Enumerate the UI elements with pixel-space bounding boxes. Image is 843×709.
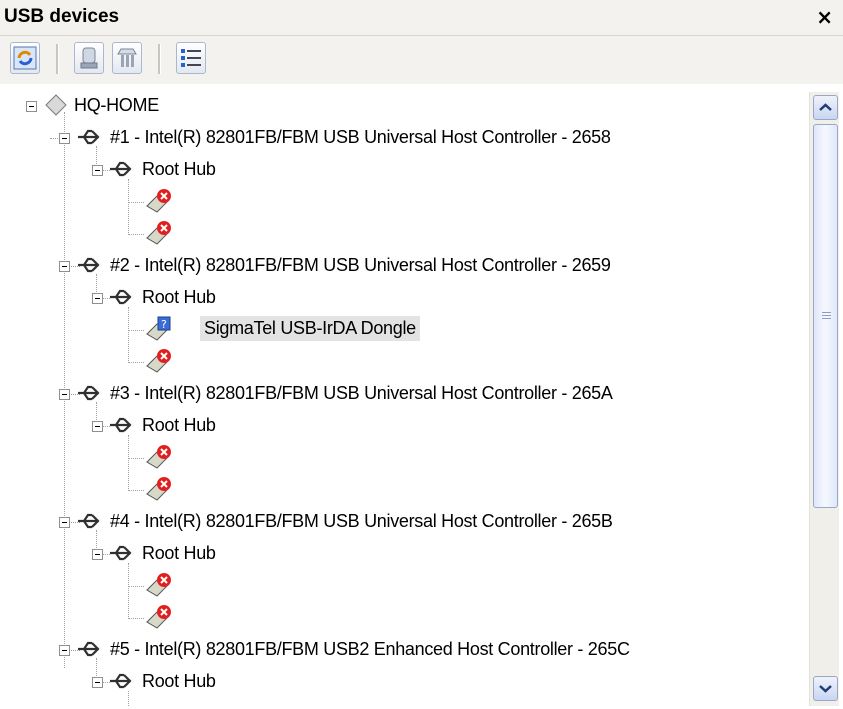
hub-button[interactable] xyxy=(112,42,142,74)
empty-port-error-icon[interactable] xyxy=(144,444,172,472)
tree-line xyxy=(96,658,97,678)
root-hub-label[interactable]: Root Hub xyxy=(142,415,216,436)
toolbar-separator xyxy=(158,44,161,74)
chevron-down-icon xyxy=(819,685,832,693)
scroll-grip xyxy=(822,315,831,316)
tree-line xyxy=(96,274,97,294)
refresh-icon xyxy=(13,46,37,70)
collapse-toggle[interactable] xyxy=(26,101,37,112)
controller-label[interactable]: #3 - Intel(R) 82801FB/FBM USB Universal … xyxy=(110,383,613,404)
root-hub-label[interactable]: Root Hub xyxy=(142,543,216,564)
tree-line xyxy=(96,402,97,422)
chevron-up-icon xyxy=(819,103,832,111)
device-button[interactable] xyxy=(74,42,104,74)
scroll-down-button[interactable] xyxy=(813,676,838,701)
hub-icon xyxy=(117,48,137,67)
list-view-button[interactable] xyxy=(176,42,206,74)
tree-line xyxy=(96,530,97,550)
empty-port-error-icon[interactable] xyxy=(144,220,172,248)
collapse-toggle[interactable] xyxy=(59,261,70,272)
tree-line xyxy=(128,458,144,459)
collapse-toggle[interactable] xyxy=(59,517,70,528)
tree-line xyxy=(128,179,129,235)
tree-line xyxy=(96,146,97,166)
usb-controller-icon xyxy=(78,641,100,657)
close-button[interactable]: × xyxy=(816,5,833,29)
scroll-grip xyxy=(822,318,831,319)
panel-title: USB devices xyxy=(4,6,120,27)
controller-label[interactable]: #1 - Intel(R) 82801FB/FBM USB Universal … xyxy=(110,127,611,148)
root-hub-label[interactable]: Root Hub xyxy=(142,159,216,180)
tree-line xyxy=(128,586,144,587)
tree-root-label[interactable]: HQ-HOME xyxy=(74,95,159,116)
svg-text:?: ? xyxy=(161,318,167,331)
usb-controller-icon xyxy=(78,257,100,273)
toolbar-separator xyxy=(56,44,59,74)
collapse-toggle[interactable] xyxy=(59,645,70,656)
tree-line xyxy=(128,234,144,235)
collapse-toggle[interactable] xyxy=(92,293,103,304)
collapse-toggle[interactable] xyxy=(59,389,70,400)
root-hub-icon xyxy=(110,289,132,305)
controller-label[interactable]: #4 - Intel(R) 82801FB/FBM USB Universal … xyxy=(110,511,613,532)
scroll-grip xyxy=(822,312,831,313)
tree-line xyxy=(128,618,144,619)
controller-label[interactable]: #2 - Intel(R) 82801FB/FBM USB Universal … xyxy=(110,255,611,276)
refresh-button[interactable] xyxy=(10,42,40,74)
empty-port-error-icon[interactable] xyxy=(144,188,172,216)
selected-device-label[interactable]: SigmaTel USB-IrDA Dongle xyxy=(200,316,420,341)
scroll-up-button[interactable] xyxy=(813,95,838,120)
tree-line xyxy=(128,563,129,619)
vertical-scrollbar[interactable] xyxy=(809,92,839,706)
tree-line xyxy=(128,691,129,706)
tree-line xyxy=(128,435,129,491)
root-hub-icon xyxy=(110,673,132,689)
usb-controller-icon xyxy=(78,129,100,145)
root-hub-icon xyxy=(110,161,132,177)
root-hub-icon xyxy=(110,545,132,561)
collapse-toggle[interactable] xyxy=(59,133,70,144)
tree-line xyxy=(128,490,144,491)
root-hub-label[interactable]: Root Hub xyxy=(142,287,216,308)
list-view-icon xyxy=(181,49,201,67)
usb-controller-icon xyxy=(78,385,100,401)
usb-controller-icon xyxy=(78,513,100,529)
controller-label[interactable]: #5 - Intel(R) 82801FB/FBM USB2 Enhanced … xyxy=(110,639,630,660)
tree-line xyxy=(128,202,144,203)
empty-port-error-icon[interactable] xyxy=(144,604,172,632)
collapse-toggle[interactable] xyxy=(92,549,103,560)
empty-port-error-icon[interactable] xyxy=(144,476,172,504)
unknown-device-icon[interactable]: ? xyxy=(144,316,172,344)
scroll-thumb[interactable] xyxy=(813,124,838,508)
tree-line xyxy=(128,307,129,363)
usb-device-tree[interactable]: HQ-HOME #1 - Intel(R) 82801FB/FBM USB Un… xyxy=(10,92,805,706)
panel-titlebar: USB devices × xyxy=(0,0,843,36)
empty-port-error-icon[interactable] xyxy=(144,348,172,376)
root-hub-icon xyxy=(110,417,132,433)
tree-line xyxy=(128,330,144,331)
collapse-toggle[interactable] xyxy=(92,165,103,176)
toolbar xyxy=(0,36,843,84)
collapse-toggle[interactable] xyxy=(92,677,103,688)
root-hub-label[interactable]: Root Hub xyxy=(142,671,216,692)
collapse-toggle[interactable] xyxy=(92,421,103,432)
device-icon xyxy=(80,47,98,69)
tree-line xyxy=(128,362,144,363)
empty-port-error-icon[interactable] xyxy=(144,572,172,600)
